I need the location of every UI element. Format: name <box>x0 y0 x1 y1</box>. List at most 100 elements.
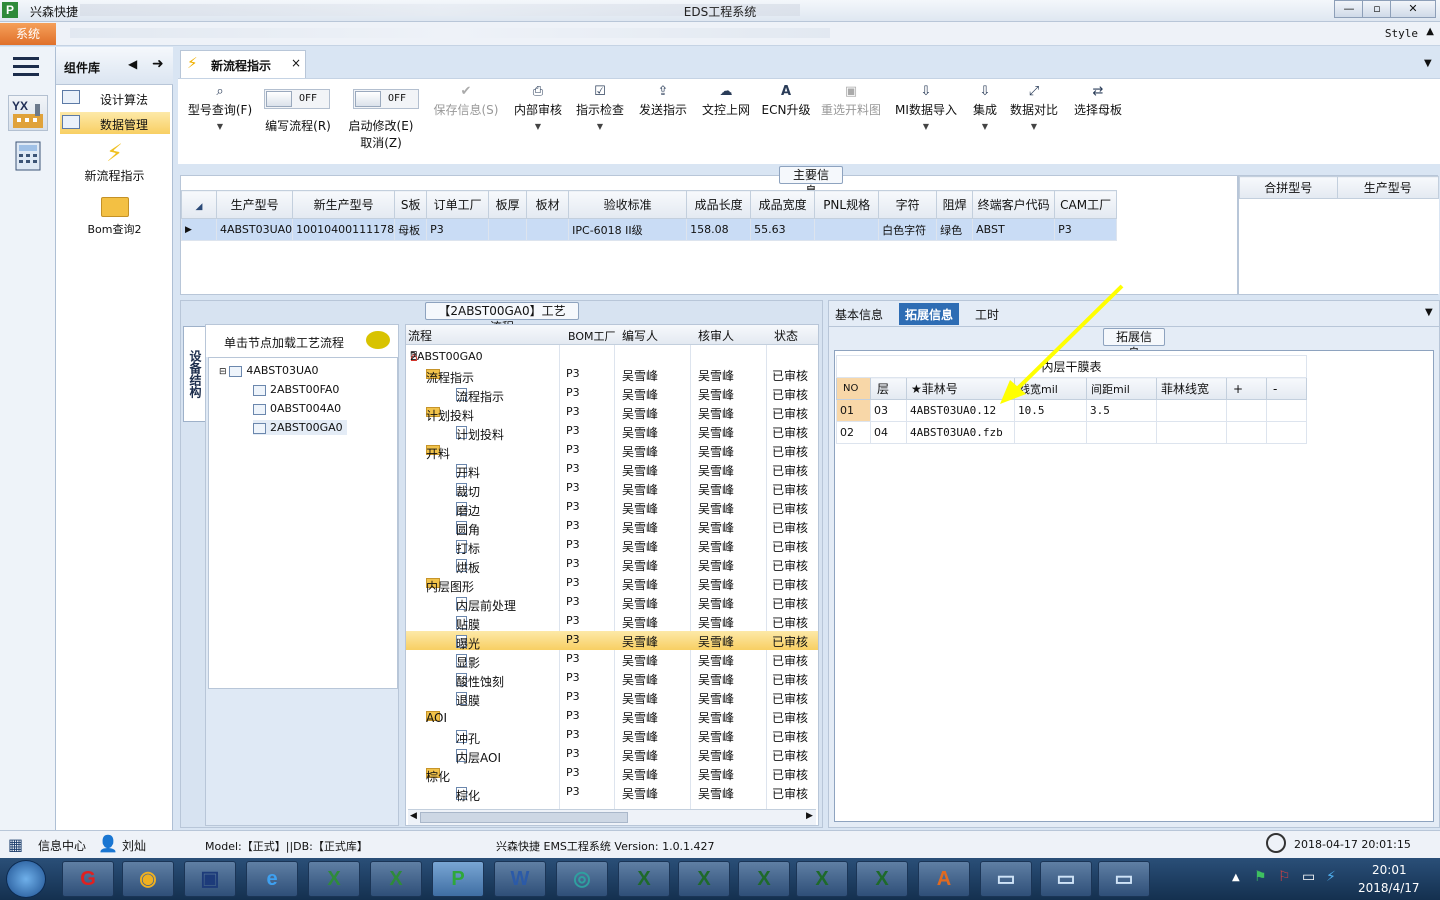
dropdown-arrow-icon[interactable]: ▼ <box>890 122 962 131</box>
tab-extended-info[interactable]: 拓展信息 <box>899 303 960 325</box>
column-header[interactable]: PNL规格 <box>814 190 880 219</box>
taskbar-excel-file-icon[interactable]: X <box>856 861 908 897</box>
calculator-icon[interactable] <box>8 139 48 175</box>
cell[interactable] <box>1014 421 1087 444</box>
cell[interactable] <box>1156 399 1227 422</box>
flow-tree-row[interactable]: 开料 P3 吴雪峰 吴雪峰 已审核 <box>406 460 818 480</box>
remove-row-button[interactable]: - <box>1266 377 1307 400</box>
flow-tree-row[interactable]: 内层前处理 P3 吴雪峰 吴雪峰 已审核 <box>406 593 818 613</box>
flow-tree-row[interactable]: 打标 P3 吴雪峰 吴雪峰 已审核 <box>406 536 818 556</box>
dropdown-arrow-icon[interactable]: ▼ <box>1008 122 1060 131</box>
tab-close-icon[interactable]: × <box>291 56 301 70</box>
flow-tree-row[interactable]: 冲孔 P3 吴雪峰 吴雪峰 已审核 <box>406 726 818 746</box>
flow-tree-row[interactable]: ⊟计划投料P3吴雪峰吴雪峰已审核 <box>406 403 818 423</box>
send-instruction-button[interactable]: ⇪ 发送指示 <box>634 83 692 118</box>
cell[interactable] <box>1086 421 1157 444</box>
tray-expand-icon[interactable]: ▲ <box>1232 872 1240 883</box>
write-flow-toggle[interactable]: OFF <box>264 89 330 109</box>
cell[interactable]: IPC-6018 II级 <box>568 218 688 241</box>
tree-node[interactable]: 2ABST00FA0 <box>253 383 339 396</box>
info-center-link[interactable]: 信息中心 <box>38 837 86 854</box>
add-row-button[interactable]: + <box>1226 377 1267 400</box>
flow-tree-row[interactable]: 磨边 P3 吴雪峰 吴雪峰 已审核 <box>406 498 818 518</box>
column-header[interactable]: 板厚 <box>488 190 528 219</box>
column-header[interactable]: CAM工厂 <box>1054 190 1118 219</box>
scroll-right-icon[interactable]: ▶ <box>806 811 813 821</box>
mi-data-import-button[interactable]: ⇩ MI数据导入 ▼ <box>890 83 962 131</box>
flow-tree-row[interactable]: 内层AOI P3 吴雪峰 吴雪峰 已审核 <box>406 745 818 765</box>
column-header[interactable]: 新生产型号 <box>292 190 396 219</box>
taskbar-excel-icon[interactable]: X <box>370 861 422 897</box>
cell[interactable] <box>814 218 880 241</box>
cancel-label[interactable]: 取消(Z) <box>344 134 418 151</box>
cell[interactable]: 04 <box>870 421 907 444</box>
flow-tree-row[interactable]: 计划投料 P3 吴雪峰 吴雪峰 已审核 <box>406 422 818 442</box>
taskbar-excel-file-icon[interactable]: X <box>678 861 730 897</box>
taskbar-word-icon[interactable]: W <box>494 861 546 897</box>
instruction-check-button[interactable]: ☑ 指示检查 ▼ <box>572 83 628 131</box>
tab-new-flow[interactable]: ⚡ 新流程指示 × <box>180 50 306 78</box>
column-header[interactable]: 生产型号 <box>215 190 294 219</box>
cell[interactable]: 158.08 <box>686 218 752 241</box>
tree-root-row[interactable]: ⊟ ⌂ 2ABST00GA0 <box>406 346 818 365</box>
cell[interactable] <box>1226 421 1267 444</box>
flow-tree-row[interactable]: 显影 P3 吴雪峰 吴雪峰 已审核 <box>406 650 818 670</box>
tile-bom-query[interactable]: Bom查询2 <box>56 197 173 243</box>
column-header[interactable]: 验收标准 <box>568 190 688 219</box>
collapse-left-icon[interactable]: ◀ <box>128 57 137 71</box>
menu-system[interactable]: 系统 <box>0 23 56 45</box>
internal-review-button[interactable]: ⎙ 内部审核 ▼ <box>510 83 566 131</box>
flow-tree-row[interactable]: 烘板 P3 吴雪峰 吴雪峰 已审核 <box>406 555 818 575</box>
ecn-upgrade-button[interactable]: A ECN升级 <box>760 83 812 118</box>
reselect-cutting-chart-button[interactable]: ▣ 重选开料图 <box>818 83 884 118</box>
column-header[interactable]: 阻焊 <box>936 190 974 219</box>
flow-tree-row[interactable]: 酸性蚀刻 P3 吴雪峰 吴雪峰 已审核 <box>406 669 818 689</box>
flow-tree-row[interactable]: 圆角 P3 吴雪峰 吴雪峰 已审核 <box>406 517 818 537</box>
complib-item-design-algorithm[interactable]: 设计算法 <box>60 87 170 109</box>
taskbar-excel-file-icon[interactable]: X <box>738 861 790 897</box>
column-header[interactable]: 字符 <box>878 190 938 219</box>
chevron-up-icon[interactable]: ▲ <box>1426 26 1434 37</box>
windows-grid-icon[interactable]: ▦ <box>8 835 23 854</box>
tray-app-icon[interactable]: ⚡ <box>1326 869 1336 885</box>
scroll-left-icon[interactable]: ◀ <box>410 811 417 821</box>
column-header[interactable]: 终端客户代码 <box>972 190 1056 219</box>
tray-security-icon[interactable]: ⚐ <box>1278 869 1291 885</box>
column-header[interactable]: 生产型号 <box>1336 176 1439 199</box>
flow-tree-row[interactable]: ⊟棕化P3吴雪峰吴雪峰已审核 <box>406 764 818 784</box>
column-header[interactable]: 合拼型号 <box>1239 176 1338 199</box>
start-button[interactable] <box>6 860 46 898</box>
cell[interactable]: 白色字符 <box>878 218 938 241</box>
tree-node-selected[interactable]: 2ABST00GA0 <box>253 420 347 435</box>
tray-network-icon[interactable]: ⚑ <box>1254 869 1267 885</box>
data-compare-button[interactable]: ⤢ 数据对比 ▼ <box>1008 83 1060 131</box>
save-info-button[interactable]: ✔ 保存信息(S) <box>428 83 504 118</box>
hamburger-menu-icon[interactable] <box>13 57 39 76</box>
taskbar-excel-icon[interactable]: X <box>308 861 360 897</box>
flow-tree-row[interactable]: 曝光 P3 吴雪峰 吴雪峰 已审核 <box>406 631 818 651</box>
taskbar-window-icon[interactable]: ▭ <box>980 861 1032 897</box>
column-header[interactable]: 菲林线宽 <box>1156 377 1227 400</box>
column-header[interactable]: 状态 <box>774 327 798 344</box>
cell[interactable]: 4ABST03UA0.fzb <box>906 421 1015 444</box>
flow-tree-row[interactable]: 退膜 P3 吴雪峰 吴雪峰 已审核 <box>406 688 818 708</box>
tab-basic-info[interactable]: 基本信息 <box>835 306 883 323</box>
cell[interactable]: 绿色 <box>936 218 974 241</box>
style-dropdown[interactable]: Style <box>1385 27 1418 40</box>
taskbar-window-icon[interactable]: ▭ <box>1098 861 1150 897</box>
taskbar-time[interactable]: 20:01 <box>1372 863 1407 877</box>
taskbar-eds-icon[interactable]: P <box>432 861 484 897</box>
column-header[interactable]: BOM工厂 <box>568 328 616 344</box>
flow-tree-row[interactable]: ⊟流程指示P3吴雪峰吴雪峰已审核 <box>406 365 818 385</box>
table-row[interactable]: 02 04 4ABST03UA0.fzb <box>836 421 1307 444</box>
flow-tree-row[interactable]: 流程指示 P3 吴雪峰 吴雪峰 已审核 <box>406 384 818 404</box>
column-header[interactable]: 成品长度 <box>686 190 752 219</box>
maximize-button[interactable]: ▫ <box>1362 0 1392 18</box>
tree-node[interactable]: ⊟ 4ABST03UA0 <box>219 364 319 377</box>
column-header[interactable]: 订单工厂 <box>426 190 490 219</box>
doc-control-online-button[interactable]: ☁ 文控上网 <box>698 83 754 118</box>
column-header[interactable]: 层 <box>870 377 907 400</box>
cell[interactable]: 55.63 <box>750 218 816 241</box>
taskbar-excel-file-icon[interactable]: X <box>618 861 670 897</box>
table-row[interactable]: ▶ 4ABST03UA0 10010400111178 母板 P3 IPC-60… <box>181 218 1118 241</box>
